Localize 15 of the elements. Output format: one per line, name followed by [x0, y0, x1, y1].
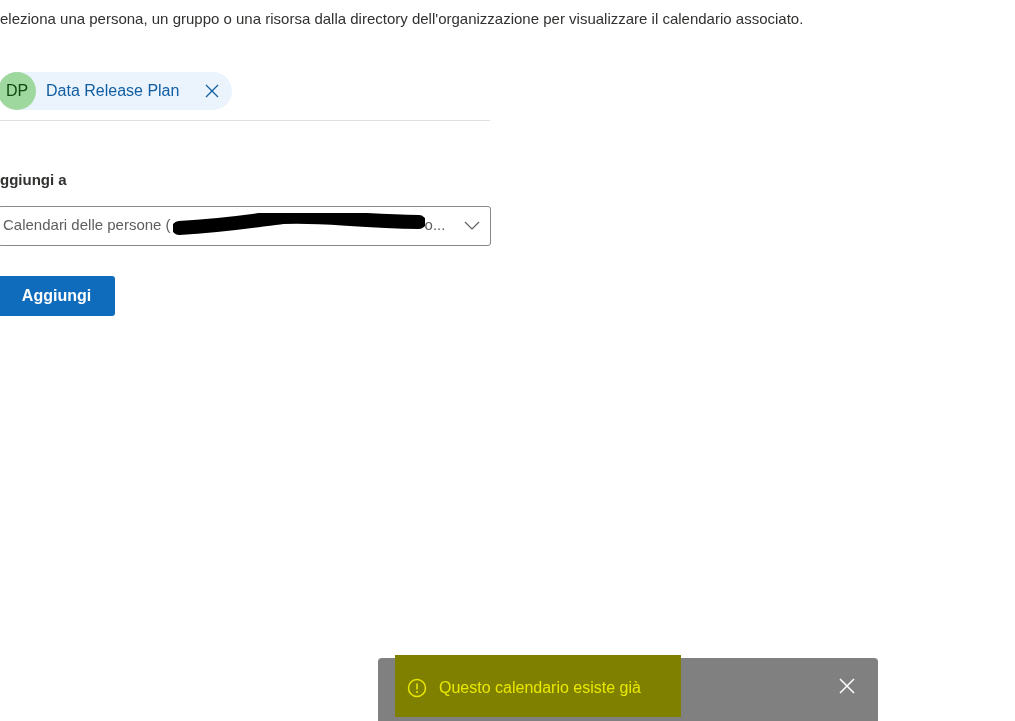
remove-button[interactable]: [204, 83, 220, 99]
close-icon: [205, 84, 219, 98]
dropdown-value: o...: [424, 215, 446, 236]
person-name: Data Release Plan: [46, 81, 180, 101]
close-button[interactable]: [838, 677, 856, 695]
add-button[interactable]: Aggiungi: [0, 275, 115, 316]
close-icon: [839, 678, 855, 694]
warning-icon: [407, 678, 427, 698]
field-label: ggiungi a: [0, 170, 68, 190]
dropdown-value: Calendari delle persone (: [3, 215, 171, 236]
toast-message: Questo calendario esiste già: [439, 678, 641, 698]
avatar: DP: [0, 72, 36, 110]
calendar-dropdown[interactable]: Calendari delle persone ( o...: [0, 205, 491, 246]
instruction-text: eleziona una persona, un gruppo o una risorsa dalla directory dell'organizzazione per visualizzare il calendario associato.: [0, 9, 805, 29]
chevron-down-icon: [464, 221, 480, 230]
